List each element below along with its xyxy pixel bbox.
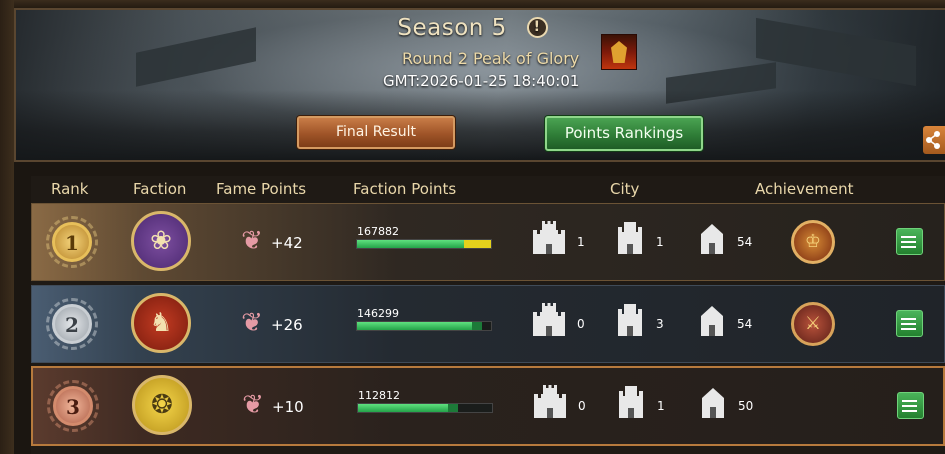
rank-medal: 2	[52, 304, 92, 344]
details-button[interactable]	[896, 310, 923, 337]
details-button[interactable]	[897, 392, 924, 419]
faction-points-bar	[356, 239, 492, 249]
faction-points-bar-extra	[447, 404, 459, 412]
ranking-row: 3 ❂ ❦ +10 112812 0 1 50	[31, 366, 945, 446]
small-city-count: 54	[737, 317, 753, 331]
frame-left	[0, 0, 14, 454]
faction-points-bar-fill	[357, 322, 473, 330]
fame-points-value: +42	[271, 234, 303, 252]
faction-points-bar-extra	[472, 322, 482, 330]
points-rankings-button[interactable]: Points Rankings	[545, 116, 703, 151]
small-castle-icon	[693, 384, 733, 420]
faction-points-bar	[357, 403, 493, 413]
info-icon[interactable]: !	[526, 17, 548, 38]
small-castle-icon	[692, 220, 732, 256]
ranking-row: 2 ♞ ❦ +26 146299 0 3 54 ⚔	[31, 285, 945, 363]
final-result-button[interactable]: Final Result	[297, 116, 455, 149]
fame-heart-icon: ❦	[241, 308, 263, 338]
medium-city-count: 1	[656, 235, 664, 249]
wolf-sigil-icon[interactable]: ❂	[132, 375, 192, 435]
round-title: Round 2 Peak of Glory	[402, 49, 580, 68]
sword-badge-icon[interactable]: ⚔	[791, 302, 835, 346]
fame-heart-icon: ❦	[242, 390, 264, 420]
faction-points-bar-fill	[357, 240, 465, 248]
ranking-row: 1 ❀ ❦ +42 167882 1 1 54 ♔	[31, 203, 945, 281]
small-castle-icon	[692, 302, 732, 338]
fame-points-value: +26	[271, 316, 303, 334]
column-header-achievement: Achievement	[755, 180, 854, 198]
dragon-sigil-icon[interactable]: ❀	[131, 211, 191, 271]
fame-heart-icon: ❦	[241, 226, 263, 256]
large-castle-icon	[529, 302, 569, 338]
large-castle-icon	[530, 384, 570, 420]
peak-of-glory-icon	[601, 34, 637, 70]
medium-castle-icon	[610, 220, 650, 256]
gmt-timestamp: GMT:2026-01-25 18:40:01	[383, 72, 580, 90]
medium-city-count: 1	[657, 399, 665, 413]
faction-points-bar-extra	[464, 240, 491, 248]
small-city-count: 54	[737, 235, 753, 249]
faction-points-value: 146299	[357, 307, 399, 320]
season-title-wrap: Season 5 !	[0, 14, 945, 41]
rank-medal: 3	[53, 386, 93, 426]
details-button[interactable]	[896, 228, 923, 255]
medium-castle-icon	[610, 302, 650, 338]
large-city-count: 0	[577, 317, 585, 331]
large-castle-icon	[529, 220, 569, 256]
crown-badge-icon[interactable]: ♔	[791, 220, 835, 264]
fame-points-value: +10	[272, 398, 304, 416]
column-header-faction: Faction	[133, 180, 187, 198]
share-icon[interactable]	[923, 126, 945, 154]
faction-points-bar-fill	[358, 404, 448, 412]
small-city-count: 50	[738, 399, 754, 413]
large-city-count: 1	[577, 235, 585, 249]
medium-castle-icon	[611, 384, 651, 420]
rank-medal: 1	[52, 222, 92, 262]
season-title: Season 5	[397, 14, 507, 41]
column-header-rank: Rank	[51, 180, 89, 198]
faction-points-value: 167882	[357, 225, 399, 238]
faction-points-value: 112812	[358, 389, 400, 402]
faction-points-bar	[356, 321, 492, 331]
column-header-city: City	[610, 180, 640, 198]
column-header-fame-points: Fame Points	[216, 180, 307, 198]
lion-sigil-icon[interactable]: ♞	[131, 293, 191, 353]
column-header-faction-points: Faction Points	[353, 180, 457, 198]
medium-city-count: 3	[656, 317, 664, 331]
large-city-count: 0	[578, 399, 586, 413]
